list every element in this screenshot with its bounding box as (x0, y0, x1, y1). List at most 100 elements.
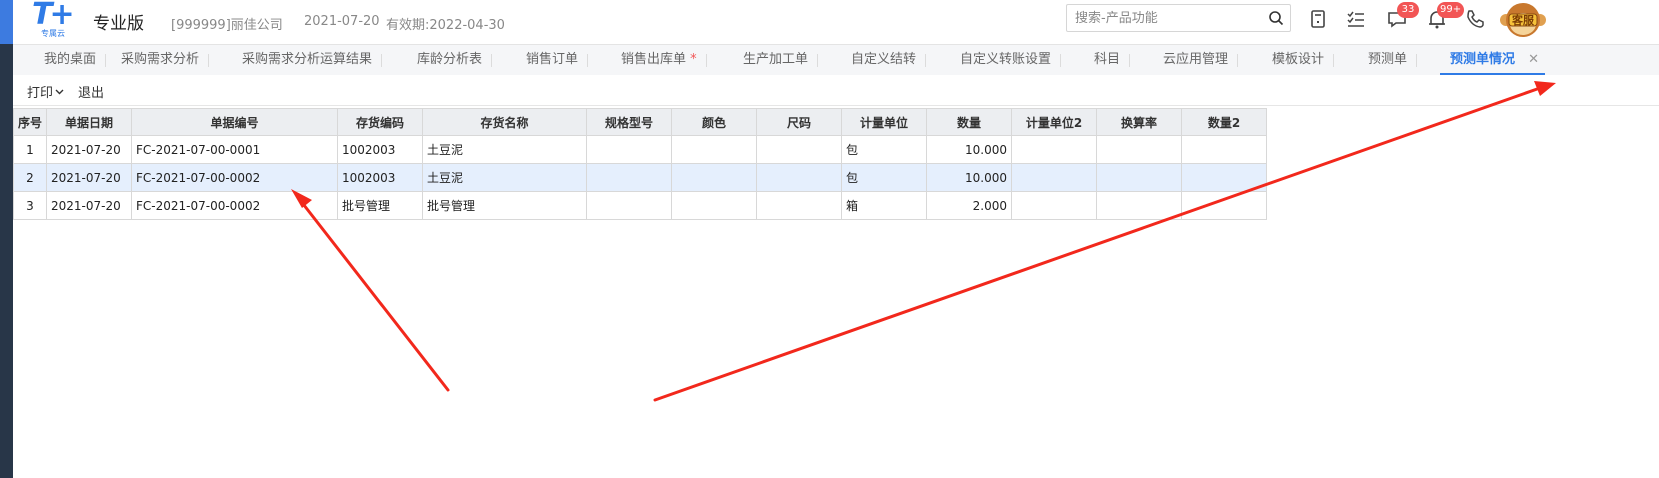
column-header[interactable]: 存货编码 (337, 108, 423, 136)
cell-color[interactable] (671, 191, 757, 220)
cell-item-code[interactable]: 批号管理 (337, 191, 423, 220)
left-nav-strip (0, 0, 13, 478)
cell-color[interactable] (671, 135, 757, 164)
tab-label: 生产加工单 (743, 52, 809, 67)
column-header[interactable]: 存货名称 (422, 108, 587, 136)
cell-doc-number[interactable]: FC-2021-07-00-0002 (131, 191, 338, 220)
tab-label: 销售订单 (526, 52, 579, 67)
notification-button[interactable]: 99+ (1426, 2, 1465, 30)
column-header[interactable]: 计量单位 (841, 108, 927, 136)
tab-sales-outbound[interactable]: 销售出库单 * (621, 45, 707, 75)
tab-template-design[interactable]: 模板设计 (1272, 45, 1335, 75)
cell-doc-date[interactable]: 2021-07-20 (46, 163, 132, 192)
table-row-selected[interactable]: 2 2021-07-20 FC-2021-07-00-0002 1002003 … (13, 163, 1267, 192)
avatar-label: 客服 (1512, 14, 1534, 27)
cell-item-code[interactable]: 1002003 (337, 135, 423, 164)
tab-label: 预测单情况 (1450, 52, 1516, 67)
column-header[interactable]: 换算率 (1096, 108, 1182, 136)
cell-doc-date[interactable]: 2021-07-20 (46, 191, 132, 220)
column-header[interactable]: 单据编号 (131, 108, 338, 136)
column-header[interactable]: 数量2 (1181, 108, 1267, 136)
cell-spec[interactable] (586, 191, 672, 220)
table-header-row: 序号 单据日期 单据编号 存货编码 存货名称 规格型号 颜色 尺码 计量单位 数… (13, 108, 1267, 136)
cell-doc-number[interactable]: FC-2021-07-00-0002 (131, 163, 338, 192)
column-header[interactable]: 数量 (926, 108, 1012, 136)
column-header[interactable]: 序号 (13, 108, 47, 136)
login-date: 2021-07-20 (304, 14, 380, 29)
forecast-status-table: 序号 单据日期 单据编号 存货编码 存货名称 规格型号 颜色 尺码 计量单位 数… (13, 108, 1267, 220)
tab-label: 我的桌面 (44, 52, 97, 67)
tab-custom-carryover[interactable]: 自定义结转 (851, 45, 927, 75)
cell-unit[interactable]: 包 (841, 163, 927, 192)
cell-spec[interactable] (586, 163, 672, 192)
tab-purchase-demand-analysis[interactable]: 采购需求分析 (121, 45, 210, 75)
cell-unit2[interactable] (1011, 163, 1097, 192)
tab-cloud-app-management[interactable]: 云应用管理 (1163, 45, 1239, 75)
table-row[interactable]: 1 2021-07-20 FC-2021-07-00-0001 1002003 … (13, 135, 1267, 164)
cell-doc-date[interactable]: 2021-07-20 (46, 135, 132, 164)
cell-quantity[interactable]: 10.000 (926, 135, 1012, 164)
phone-icon[interactable] (1464, 8, 1486, 30)
print-menu-button[interactable]: 打印 (27, 82, 64, 101)
tab-custom-transfer-settings[interactable]: 自定义转账设置 (960, 45, 1062, 75)
unsaved-marker: * (690, 52, 697, 67)
valid-until: 有效期:2022-04-30 (386, 18, 505, 33)
cell-unit2[interactable] (1011, 191, 1097, 220)
column-header[interactable]: 颜色 (671, 108, 757, 136)
close-tab-icon[interactable]: ✕ (1528, 45, 1539, 75)
tab-sales-order[interactable]: 销售订单 (526, 45, 589, 75)
cell-row-no[interactable]: 3 (13, 191, 47, 220)
cell-size[interactable] (756, 191, 842, 220)
cell-item-name[interactable]: 批号管理 (422, 191, 587, 220)
cell-row-no[interactable]: 2 (13, 163, 47, 192)
tab-label: 云应用管理 (1163, 52, 1229, 67)
app-logo: T+ 专属云 (32, 0, 90, 39)
column-header[interactable]: 尺码 (756, 108, 842, 136)
cell-quantity2[interactable] (1181, 163, 1267, 192)
tab-my-desktop[interactable]: 我的桌面 (44, 45, 107, 75)
tab-forecast-order-status[interactable]: 预测单情况 ✕ (1439, 45, 1546, 75)
exit-button[interactable]: 退出 (78, 82, 104, 101)
cell-unit[interactable]: 包 (841, 135, 927, 164)
table-row[interactable]: 3 2021-07-20 FC-2021-07-00-0002 批号管理 批号管… (13, 191, 1267, 220)
tab-stock-age-analysis[interactable]: 库龄分析表 (417, 45, 493, 75)
cell-quantity[interactable]: 10.000 (926, 163, 1012, 192)
tab-forecast-order[interactable]: 预测单 (1368, 45, 1418, 75)
tab-purchase-demand-result[interactable]: 采购需求分析运算结果 (242, 45, 383, 75)
column-header[interactable]: 计量单位2 (1011, 108, 1097, 136)
cell-quantity2[interactable] (1181, 191, 1267, 220)
cell-unit2[interactable] (1011, 135, 1097, 164)
cell-conversion-rate[interactable] (1096, 191, 1182, 220)
search-icon[interactable] (1268, 10, 1284, 26)
cell-item-code[interactable]: 1002003 (337, 163, 423, 192)
tab-label: 模板设计 (1272, 52, 1325, 67)
search-input[interactable] (1075, 9, 1260, 27)
cell-quantity[interactable]: 2.000 (926, 191, 1012, 220)
message-button[interactable]: 33 (1386, 2, 1419, 30)
cell-item-name[interactable]: 土豆泥 (422, 135, 587, 164)
cell-conversion-rate[interactable] (1096, 135, 1182, 164)
task-list-icon[interactable] (1345, 8, 1367, 30)
tab-accounts[interactable]: 科目 (1094, 45, 1131, 75)
cell-item-name[interactable]: 土豆泥 (422, 163, 587, 192)
cell-color[interactable] (671, 163, 757, 192)
cell-row-no[interactable]: 1 (13, 135, 47, 164)
tab-label: 科目 (1094, 52, 1121, 67)
left-nav-accent (0, 0, 13, 44)
tab-production-order[interactable]: 生产加工单 (743, 45, 819, 75)
column-header[interactable]: 规格型号 (586, 108, 672, 136)
cell-quantity2[interactable] (1181, 135, 1267, 164)
cell-spec[interactable] (586, 135, 672, 164)
column-header[interactable]: 单据日期 (46, 108, 132, 136)
app-header: T+ 专属云 专业版 [999999]丽佳公司 2021-07-20 有效期:2… (13, 0, 1659, 44)
cell-doc-number[interactable]: FC-2021-07-00-0001 (131, 135, 338, 164)
cell-unit[interactable]: 箱 (841, 191, 927, 220)
cell-size[interactable] (756, 135, 842, 164)
company-name[interactable]: [999999]丽佳公司 (171, 14, 283, 33)
customer-service-avatar[interactable]: 客服 (1498, 0, 1548, 40)
cell-conversion-rate[interactable] (1096, 163, 1182, 192)
calculator-icon[interactable] (1307, 8, 1329, 30)
product-search-box (1066, 4, 1291, 32)
tab-label: 采购需求分析 (121, 52, 200, 67)
cell-size[interactable] (756, 163, 842, 192)
